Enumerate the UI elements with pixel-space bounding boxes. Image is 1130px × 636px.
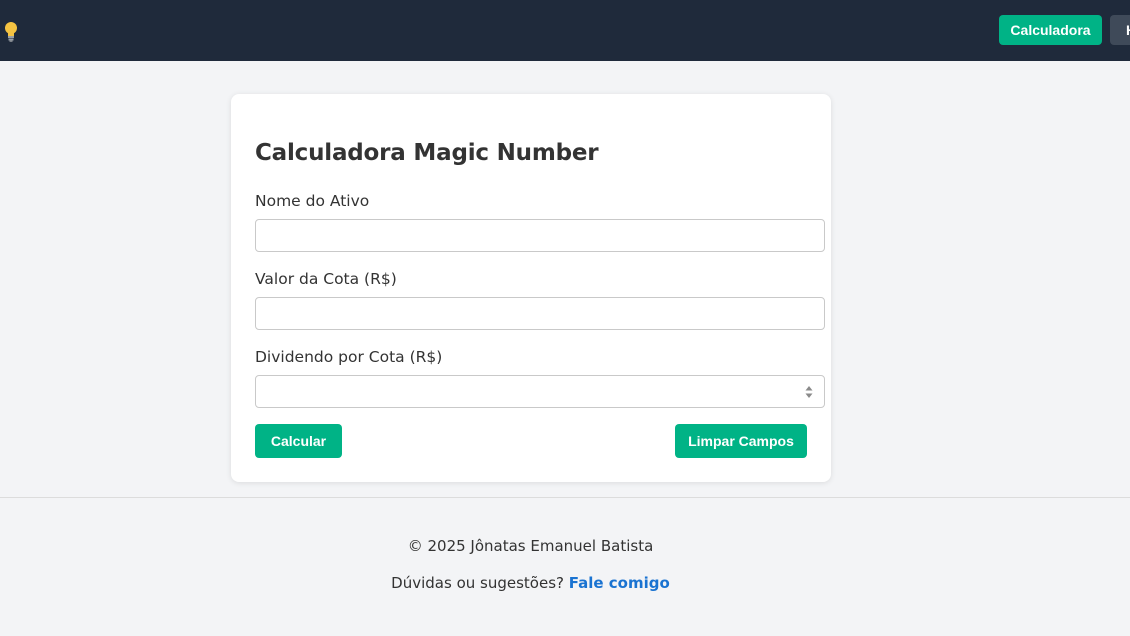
share-price-label: Valor da Cota (R$) bbox=[255, 270, 397, 288]
share-price-input[interactable] bbox=[255, 297, 825, 330]
clear-fields-button[interactable]: Limpar Campos bbox=[675, 424, 807, 458]
asset-name-label: Nome do Ativo bbox=[255, 192, 370, 210]
dividend-input[interactable] bbox=[255, 375, 825, 408]
nav-calculadora-button[interactable]: Calculadora bbox=[999, 15, 1102, 45]
dividend-label: Dividendo por Cota (R$) bbox=[255, 348, 443, 366]
calculator-card: Calculadora Magic Number Nome do Ativo V… bbox=[231, 94, 831, 482]
footer-divider bbox=[0, 497, 1130, 498]
page-title: Calculadora Magic Number bbox=[255, 140, 599, 166]
contact-line: Dúvidas ou sugestões? Fale comigo bbox=[0, 574, 1061, 592]
contact-link[interactable]: Fale comigo bbox=[569, 574, 670, 592]
nav-secondary-button[interactable]: H bbox=[1110, 15, 1130, 45]
calculate-button[interactable]: Calcular bbox=[255, 424, 342, 458]
asset-name-input[interactable] bbox=[255, 219, 825, 252]
spinner-arrows-icon[interactable] bbox=[805, 385, 813, 399]
contact-question: Dúvidas ou sugestões? bbox=[391, 574, 564, 592]
navbar: Calculadora H bbox=[0, 0, 1130, 61]
copyright-text: © 2025 Jônatas Emanuel Batista bbox=[407, 537, 654, 555]
lightbulb-icon[interactable] bbox=[4, 21, 18, 43]
